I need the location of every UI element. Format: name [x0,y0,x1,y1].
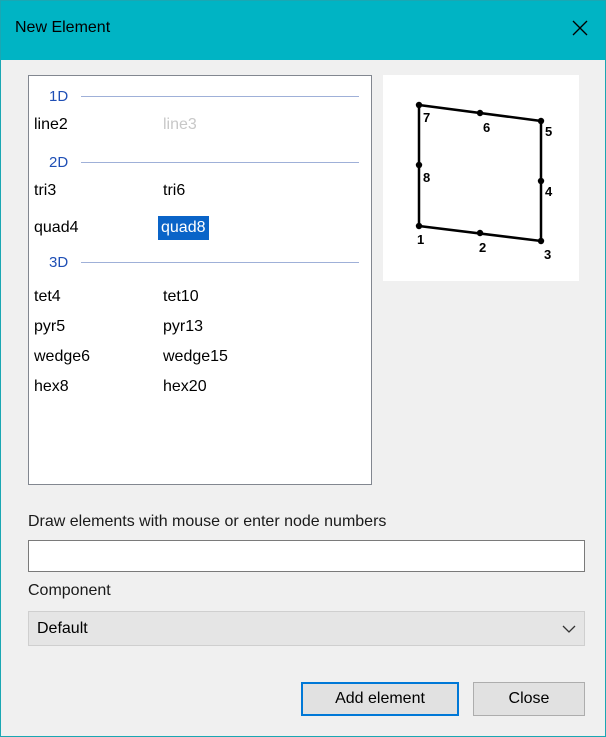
element-item-tri3[interactable]: tri3 [31,179,59,203]
element-item-pyr5[interactable]: pyr5 [31,315,68,339]
close-icon [572,20,588,36]
element-item-quad4[interactable]: quad4 [31,216,82,240]
group-label: 1D [49,88,69,105]
node-numbers-input[interactable] [28,540,585,572]
group-header-1d: 1D [49,86,359,106]
node-label-2: 2 [479,240,486,255]
component-label: Component [28,582,111,599]
group-header-3d: 3D [49,252,359,272]
node-label-1: 1 [417,232,424,247]
chevron-down-icon [562,625,576,633]
element-item-tet4[interactable]: tet4 [31,285,64,309]
new-element-dialog: New Element 1D line2 line3 2D tri3 tri6 … [0,0,606,737]
component-select[interactable]: Default [28,611,585,646]
element-item-line3: line3 [163,116,197,133]
node-5 [537,117,545,125]
element-item-wedge15[interactable]: wedge15 [160,345,231,369]
node-3 [537,237,545,245]
node-8 [415,161,423,169]
node-1 [415,222,423,230]
node-4 [537,177,545,185]
group-label: 3D [49,254,69,271]
element-type-list[interactable]: 1D line2 line3 2D tri3 tri6 quad4 quad8 … [28,75,372,485]
dialog-title: New Element [15,19,111,36]
element-item-tri6[interactable]: tri6 [160,179,188,203]
node-label-3: 3 [544,247,551,262]
element-item-line2[interactable]: line2 [31,113,71,137]
close-window-button[interactable] [565,13,595,43]
element-item-hex8[interactable]: hex8 [31,375,72,399]
element-item-pyr13[interactable]: pyr13 [160,315,206,339]
node-label-7: 7 [423,110,430,125]
node-entry-label: Draw elements with mouse or enter node n… [28,513,387,530]
group-label: 2D [49,154,69,171]
node-2 [476,229,484,237]
group-divider [81,162,359,163]
element-item-hex20[interactable]: hex20 [160,375,210,399]
group-divider [81,96,359,97]
close-button[interactable]: Close [473,682,585,716]
node-7 [415,101,423,109]
element-item-wedge6[interactable]: wedge6 [31,345,93,369]
node-label-6: 6 [483,120,490,135]
component-selected-value: Default [37,620,88,637]
add-element-button[interactable]: Add element [301,682,459,716]
title-bar: New Element [1,1,605,60]
node-label-5: 5 [545,124,552,139]
quad8-diagram: 1 2 3 4 5 6 7 8 [415,101,553,262]
element-item-tet10[interactable]: tet10 [160,285,202,309]
node-6 [476,109,484,117]
node-label-8: 8 [423,170,430,185]
element-preview: 1 2 3 4 5 6 7 8 [383,75,579,281]
group-header-2d: 2D [49,152,359,172]
element-item-quad8[interactable]: quad8 [158,216,209,240]
group-divider [81,262,359,263]
node-label-4: 4 [545,184,553,199]
